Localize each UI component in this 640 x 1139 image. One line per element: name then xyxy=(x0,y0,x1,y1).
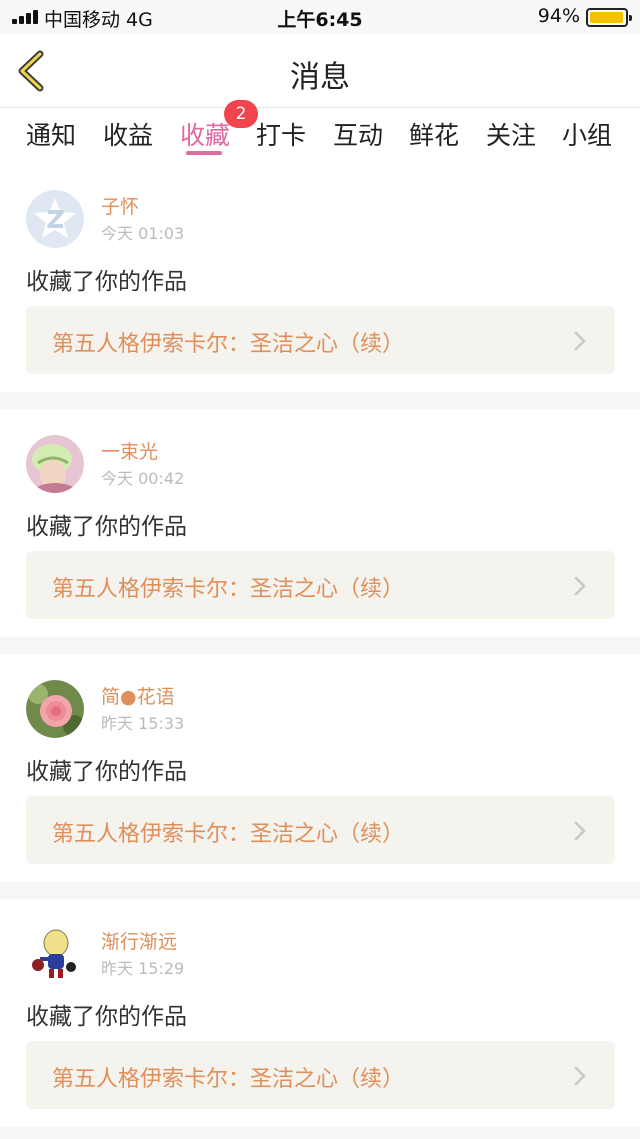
battery-icon xyxy=(586,8,632,27)
avatar[interactable] xyxy=(26,680,84,738)
work-title: 第五人格伊索卡尔：圣洁之心（续） xyxy=(52,577,405,602)
action-text: 收藏了你的作品 xyxy=(26,759,187,785)
message-card: 子怀 今天 01:03 收藏了你的作品 第五人格伊索卡尔：圣洁之心（续） xyxy=(0,164,640,392)
tab-groups[interactable]: 小组 xyxy=(562,116,612,152)
status-bar: 中国移动 4G 上午6:45 94% xyxy=(0,0,640,34)
work-link[interactable]: 第五人格伊索卡尔：圣洁之心（续） xyxy=(26,1041,615,1109)
tab-bar: 通知 收益 收藏 打卡 互动 鲜花 关注 小组 2 xyxy=(0,100,640,164)
avatar[interactable] xyxy=(26,925,84,983)
action-text: 收藏了你的作品 xyxy=(26,1004,187,1030)
tab-notify[interactable]: 通知 xyxy=(26,116,76,152)
chevron-right-icon xyxy=(574,1066,586,1086)
active-tab-indicator xyxy=(186,151,222,155)
chevron-right-icon xyxy=(574,576,586,596)
work-link[interactable]: 第五人格伊索卡尔：圣洁之心（续） xyxy=(26,306,615,374)
portrait-avatar-icon xyxy=(26,435,84,493)
timestamp: 昨天 15:29 xyxy=(101,959,185,978)
avatar[interactable] xyxy=(26,435,84,493)
tab-interact[interactable]: 互动 xyxy=(333,116,383,152)
timestamp: 昨天 15:33 xyxy=(101,714,185,733)
action-text: 收藏了你的作品 xyxy=(26,269,187,295)
battery-percent: 94% xyxy=(537,5,580,27)
avatar[interactable] xyxy=(26,190,84,248)
work-title: 第五人格伊索卡尔：圣洁之心（续） xyxy=(52,332,405,357)
tab-favorites[interactable]: 收藏 xyxy=(180,116,230,152)
page-title: 消息 xyxy=(290,60,350,95)
nav-bar: 消息 xyxy=(0,34,640,108)
rose-avatar-icon xyxy=(26,680,84,738)
tab-follow[interactable]: 关注 xyxy=(486,116,536,152)
work-link[interactable]: 第五人格伊索卡尔：圣洁之心（续） xyxy=(26,551,615,619)
work-title: 第五人格伊索卡尔：圣洁之心（续） xyxy=(52,1067,405,1092)
work-link[interactable]: 第五人格伊索卡尔：圣洁之心（续） xyxy=(26,796,615,864)
tab-earnings[interactable]: 收益 xyxy=(103,116,153,152)
chevron-right-icon xyxy=(574,331,586,351)
username[interactable]: 简●花语 xyxy=(101,682,175,709)
username[interactable]: 一束光 xyxy=(101,437,158,464)
chevron-right-icon xyxy=(574,821,586,841)
message-card: 一束光 今天 00:42 收藏了你的作品 第五人格伊索卡尔：圣洁之心（续） xyxy=(0,409,640,637)
message-card: 渐行渐远 昨天 15:29 收藏了你的作品 第五人格伊索卡尔：圣洁之心（续） xyxy=(0,899,640,1127)
username[interactable]: 渐行渐远 xyxy=(101,927,177,954)
username[interactable]: 子怀 xyxy=(101,192,139,219)
cartoon-avatar-icon xyxy=(26,925,84,983)
action-text: 收藏了你的作品 xyxy=(26,514,187,540)
tab-checkin[interactable]: 打卡 xyxy=(256,116,306,152)
timestamp: 今天 00:42 xyxy=(101,469,185,488)
timestamp: 今天 01:03 xyxy=(101,224,185,243)
default-avatar-icon xyxy=(26,190,84,248)
work-title: 第五人格伊索卡尔：圣洁之心（续） xyxy=(52,822,405,847)
tab-flowers[interactable]: 鲜花 xyxy=(409,116,459,152)
message-card: 简●花语 昨天 15:33 收藏了你的作品 第五人格伊索卡尔：圣洁之心（续） xyxy=(0,654,640,882)
unread-badge: 2 xyxy=(224,100,258,128)
